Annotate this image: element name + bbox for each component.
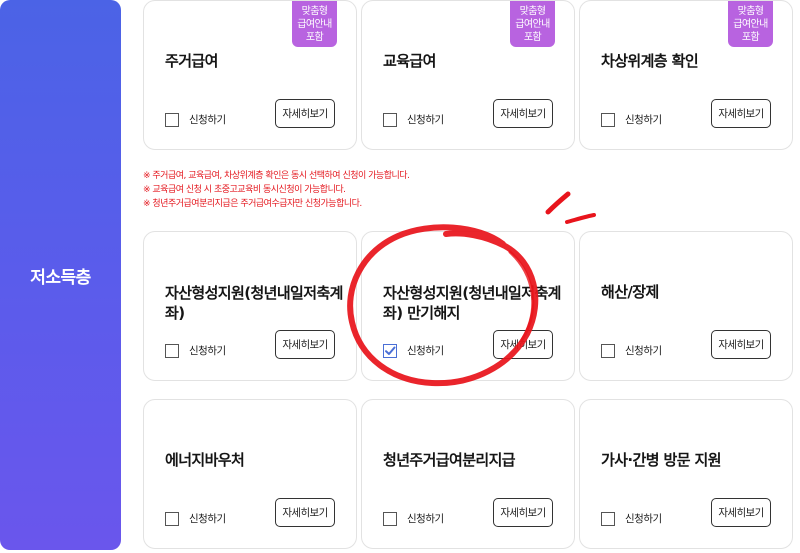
apply-label[interactable]: 신청하기: [407, 343, 444, 358]
benefit-card-asset-building-maturity: 자산형성지원(청년내일저축계좌) 만기해지 신청하기 자세히보기: [361, 231, 575, 381]
card-title: 교육급여: [383, 52, 436, 70]
benefit-card-home-care: 가사·간병 방문 지원 신청하기 자세히보기: [579, 399, 793, 549]
detail-button[interactable]: 자세히보기: [275, 99, 335, 128]
category-label: 저소득층: [30, 267, 91, 288]
detail-button[interactable]: 자세히보기: [711, 99, 771, 128]
card-title: 주거급여: [165, 52, 218, 70]
apply-checkbox[interactable]: [601, 343, 615, 358]
card-title: 에너지바우처: [165, 451, 245, 469]
benefit-card-housing: 맞춤형 급여안내 포함 주거급여 신청하기 자세히보기: [143, 0, 357, 150]
apply-label[interactable]: 신청하기: [189, 511, 226, 526]
apply-checkbox[interactable]: [165, 112, 179, 127]
apply-label[interactable]: 신청하기: [625, 112, 662, 127]
checkmark-icon: [385, 346, 396, 355]
custom-benefit-tag: 맞춤형 급여안내 포함: [510, 1, 555, 47]
apply-checkbox-checked[interactable]: [383, 343, 397, 358]
apply-checkbox-row[interactable]: 신청하기: [165, 112, 226, 127]
notice-line: ※ 교육급여 신청 시 초중고교육비 동시신청이 가능합니다.: [143, 185, 346, 195]
apply-checkbox[interactable]: [165, 511, 179, 526]
apply-checkbox-row[interactable]: 신청하기: [165, 343, 226, 358]
card-title: 자산형성지원(청년내일저축계좌) 만기해지: [383, 284, 561, 322]
card-title: 해산/장제: [601, 283, 659, 301]
apply-checkbox-row[interactable]: 신청하기: [383, 112, 444, 127]
card-title: 차상위계층 확인: [601, 52, 699, 70]
apply-checkbox[interactable]: [601, 112, 615, 127]
category-sidebar: 저소득층: [0, 0, 121, 550]
detail-button[interactable]: 자세히보기: [275, 330, 335, 359]
notice-list: ※ 주거급여, 교육급여, 차상위계층 확인은 동시 선택하여 신청이 가능합니…: [143, 170, 410, 212]
detail-button[interactable]: 자세히보기: [493, 330, 553, 359]
benefit-card-youth-housing-split: 청년주거급여분리지급 신청하기 자세히보기: [361, 399, 575, 549]
benefit-card-near-poverty: 맞춤형 급여안내 포함 차상위계층 확인 신청하기 자세히보기: [579, 0, 793, 150]
apply-label[interactable]: 신청하기: [189, 112, 226, 127]
apply-checkbox[interactable]: [601, 511, 615, 526]
apply-checkbox[interactable]: [165, 343, 179, 358]
benefit-card-energy-voucher: 에너지바우처 신청하기 자세히보기: [143, 399, 357, 549]
apply-label[interactable]: 신청하기: [189, 343, 226, 358]
custom-benefit-tag: 맞춤형 급여안내 포함: [728, 1, 773, 47]
card-title: 자산형성지원(청년내일저축계좌): [165, 284, 343, 322]
benefit-card-education: 맞춤형 급여안내 포함 교육급여 신청하기 자세히보기: [361, 0, 575, 150]
custom-benefit-tag: 맞춤형 급여안내 포함: [292, 1, 337, 47]
notice-line: ※ 주거급여, 교육급여, 차상위계층 확인은 동시 선택하여 신청이 가능합니…: [143, 171, 410, 181]
benefit-card-childbirth-funeral: 해산/장제 신청하기 자세히보기: [579, 231, 793, 381]
detail-button[interactable]: 자세히보기: [711, 498, 771, 527]
apply-checkbox-row[interactable]: 신청하기: [601, 343, 662, 358]
detail-button[interactable]: 자세히보기: [493, 99, 553, 128]
card-title: 가사·간병 방문 지원: [601, 451, 722, 469]
apply-checkbox-row[interactable]: 신청하기: [165, 511, 226, 526]
apply-checkbox-row[interactable]: 신청하기: [601, 511, 662, 526]
notice-line: ※ 청년주거급여분리지급은 주거급여수급자만 신청가능합니다.: [143, 199, 362, 209]
apply-label[interactable]: 신청하기: [407, 511, 444, 526]
card-title: 청년주거급여분리지급: [383, 451, 516, 469]
apply-label[interactable]: 신청하기: [407, 112, 444, 127]
apply-checkbox[interactable]: [383, 112, 397, 127]
apply-checkbox-row[interactable]: 신청하기: [383, 511, 444, 526]
detail-button[interactable]: 자세히보기: [275, 498, 335, 527]
apply-checkbox-row[interactable]: 신청하기: [383, 343, 444, 358]
apply-checkbox[interactable]: [383, 511, 397, 526]
benefit-card-asset-building: 자산형성지원(청년내일저축계좌) 신청하기 자세히보기: [143, 231, 357, 381]
detail-button[interactable]: 자세히보기: [711, 330, 771, 359]
apply-checkbox-row[interactable]: 신청하기: [601, 112, 662, 127]
apply-label[interactable]: 신청하기: [625, 343, 662, 358]
detail-button[interactable]: 자세히보기: [493, 498, 553, 527]
apply-label[interactable]: 신청하기: [625, 511, 662, 526]
